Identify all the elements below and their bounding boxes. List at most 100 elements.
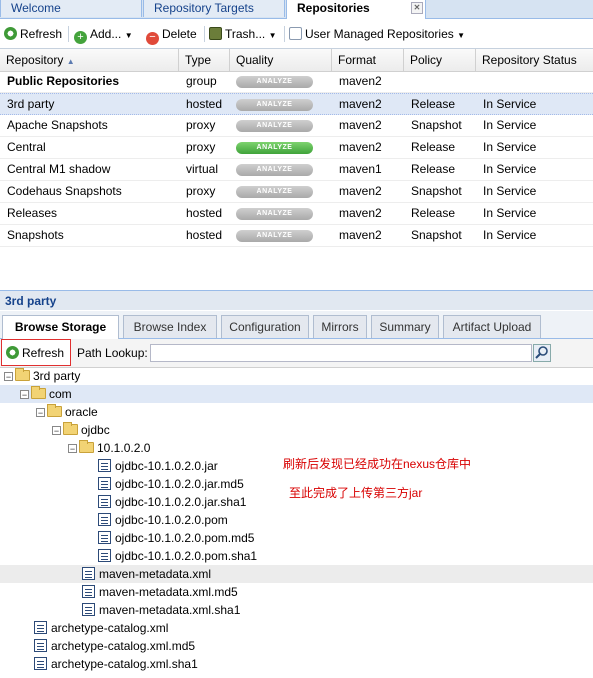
tree-file-row[interactable]: maven-metadata.xml: [0, 565, 593, 583]
table-row[interactable]: Codehaus Snapshots proxy maven2 Snapshot In …: [0, 181, 593, 203]
tab-summary[interactable]: Summary: [371, 315, 439, 338]
collapse-toggle-icon[interactable]: −: [52, 426, 61, 436]
folder-icon: [63, 422, 78, 435]
cell-type: hosted: [186, 206, 223, 220]
folder-icon: [47, 404, 62, 417]
tree-node-label: ojdbc-10.1.0.2.0.pom: [115, 513, 228, 527]
add-icon: +: [74, 31, 87, 44]
cell-type: hosted: [186, 97, 223, 111]
tree-file-row[interactable]: ojdbc-10.1.0.2.0.pom.sha1: [0, 547, 593, 565]
tab-label: Welcome: [11, 1, 61, 15]
repositories-grid-header: Repository ▲ Type Quality Format Policy …: [0, 49, 593, 72]
tree-file-row[interactable]: archetype-catalog.xml: [0, 619, 593, 637]
file-icon: [98, 531, 111, 544]
add-button[interactable]: + Add... ▼: [74, 26, 133, 44]
delete-icon: −: [146, 32, 159, 45]
tab-repositories[interactable]: Repositories ✕: [286, 0, 426, 19]
search-icon[interactable]: [533, 344, 551, 362]
path-lookup-input[interactable]: [150, 344, 532, 362]
table-row[interactable]: Central M1 shadow virtual maven1 Release In …: [0, 159, 593, 181]
tree-file-row[interactable]: archetype-catalog.xml.md5: [0, 637, 593, 655]
column-header-repository-status[interactable]: Repository Status: [476, 49, 593, 71]
tree-folder-row[interactable]: − com: [0, 385, 593, 403]
tree-folder-row[interactable]: − 3rd party: [0, 367, 593, 385]
collapse-toggle-icon[interactable]: −: [36, 408, 45, 418]
detail-panel-title: 3rd party: [0, 290, 593, 310]
cell-name: Codehaus Snapshots: [7, 184, 122, 198]
tab-artifact-upload[interactable]: Artifact Upload: [443, 315, 541, 338]
analyze-button[interactable]: ANALYZE: [236, 186, 313, 198]
tree-file-row[interactable]: maven-metadata.xml.md5: [0, 583, 593, 601]
tree-node-label: oracle: [65, 405, 98, 419]
delete-button[interactable]: − Delete: [146, 26, 197, 45]
close-icon[interactable]: ✕: [411, 2, 423, 14]
collapse-toggle-icon[interactable]: −: [68, 444, 77, 454]
document-icon: [289, 27, 302, 40]
tree-node: ojdbc-10.1.0.2.0.jar: [98, 457, 218, 475]
table-row[interactable]: 3rd party hosted maven2 Release In Service AN…: [0, 93, 593, 115]
column-header-repository[interactable]: Repository ▲: [0, 49, 179, 71]
table-row[interactable]: Central proxy maven2 Release In Service ANALY…: [0, 137, 593, 159]
analyze-button[interactable]: ANALYZE: [236, 142, 313, 154]
analyze-button[interactable]: ANALYZE: [236, 120, 313, 132]
tree-node: − oracle: [36, 403, 98, 421]
analyze-button[interactable]: ANALYZE: [236, 164, 313, 176]
cell-type: proxy: [186, 118, 216, 132]
tree-folder-row[interactable]: − oracle: [0, 403, 593, 421]
tree-node-label: maven-metadata.xml.sha1: [99, 603, 241, 617]
cell-format: maven2: [339, 184, 382, 198]
analyze-button[interactable]: ANALYZE: [236, 230, 313, 242]
tree-node: maven-metadata.xml.sha1: [82, 601, 240, 619]
detail-tab-strip: Browse Storage Browse Index Configuratio…: [0, 311, 593, 339]
tree-folder-row[interactable]: − ojdbc: [0, 421, 593, 439]
analyze-button[interactable]: ANALYZE: [236, 208, 313, 220]
browse-refresh-button[interactable]: Refresh: [1, 339, 71, 366]
toolbar-separator: [204, 26, 205, 42]
column-header-format[interactable]: Format: [332, 49, 404, 71]
tree-node-label: 3rd party: [33, 369, 81, 383]
cell-status: [476, 71, 483, 92]
cell-type: proxy: [186, 140, 216, 154]
column-header-type[interactable]: Type: [179, 49, 230, 71]
collapse-toggle-icon[interactable]: −: [4, 372, 13, 382]
tree-node: ojdbc-10.1.0.2.0.jar.sha1: [98, 493, 246, 511]
trash-button[interactable]: Trash... ▼: [209, 26, 277, 42]
tab-welcome[interactable]: Welcome: [0, 0, 142, 17]
trash-icon: [209, 27, 222, 40]
cell-policy: [404, 71, 411, 92]
tab-mirrors[interactable]: Mirrors: [313, 315, 367, 338]
tab-label: Repositories: [297, 1, 370, 15]
tab-browse-storage[interactable]: Browse Storage: [2, 315, 119, 339]
cell-name: Central M1 shadow: [7, 162, 111, 176]
tab-browse-index[interactable]: Browse Index: [123, 315, 217, 338]
cell-type: hosted: [186, 228, 223, 242]
refresh-button[interactable]: Refresh: [4, 26, 62, 42]
column-header-policy[interactable]: Policy: [404, 49, 476, 71]
tab-configuration[interactable]: Configuration: [221, 315, 309, 338]
table-row[interactable]: Apache Snapshots proxy maven2 Snapshot In Se…: [0, 115, 593, 137]
tree-file-row[interactable]: archetype-catalog.xml.sha1: [0, 655, 593, 673]
table-row[interactable]: Releases hosted maven2 Release In Service ANA…: [0, 203, 593, 225]
tree-file-row[interactable]: maven-metadata.xml.sha1: [0, 601, 593, 619]
file-icon: [98, 513, 111, 526]
tree-node-label: ojdbc: [81, 423, 110, 437]
tree-file-row[interactable]: ojdbc-10.1.0.2.0.pom: [0, 511, 593, 529]
analyze-button[interactable]: ANALYZE: [236, 99, 313, 111]
cell-format: maven2: [339, 97, 382, 111]
cell-name: Central: [7, 140, 46, 154]
cell-name: Public Repositories: [7, 74, 120, 88]
table-row[interactable]: Snapshots hosted maven2 Snapshot In Service A…: [0, 225, 593, 247]
cell-policy: Release: [411, 206, 456, 220]
column-header-quality[interactable]: Quality: [230, 49, 332, 71]
analyze-button[interactable]: ANALYZE: [236, 76, 313, 88]
cell-policy: Snapshot: [411, 184, 462, 198]
annotation-line-1: 刷新后发现已经成功在nexus仓库中: [283, 457, 472, 471]
repositories-toolbar: Refresh + Add... ▼ − Delete Trash... ▼ Use…: [0, 20, 593, 49]
path-lookup-label: Path Lookup:: [77, 346, 148, 360]
tree-file-row[interactable]: ojdbc-10.1.0.2.0.pom.md5: [0, 529, 593, 547]
collapse-toggle-icon[interactable]: −: [20, 390, 29, 400]
tab-repository-targets[interactable]: Repository Targets: [143, 0, 285, 17]
table-row[interactable]: Public Repositories group maven2 ANALYZE: [0, 71, 593, 93]
file-icon: [82, 603, 95, 616]
user-managed-repositories-button[interactable]: User Managed Repositories ▼: [289, 26, 465, 42]
